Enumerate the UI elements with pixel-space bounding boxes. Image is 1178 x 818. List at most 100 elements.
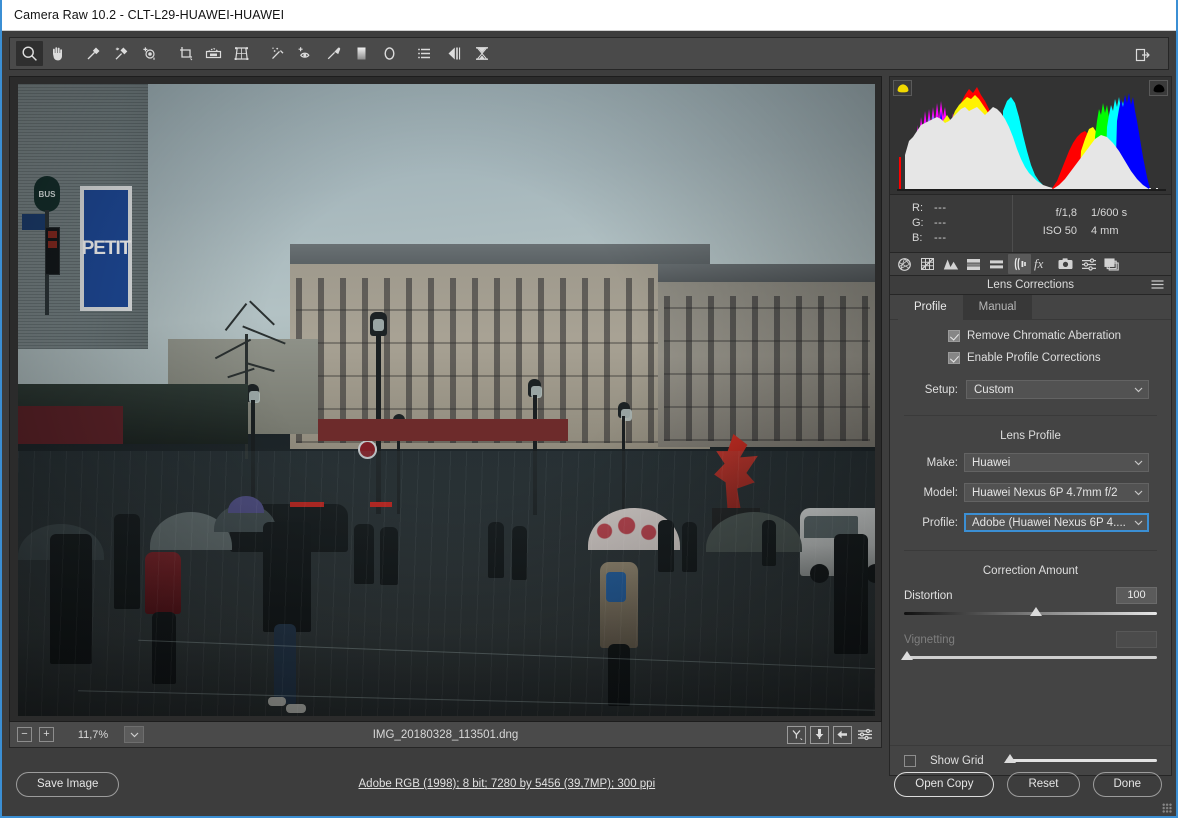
correction-amount-title: Correction Amount	[982, 565, 1079, 577]
rgb-row: B: ---	[912, 231, 1012, 246]
profile-dropdown[interactable]: Adobe (Huawei Nexus 6P 4....	[964, 513, 1149, 532]
red-eye-removal-tool[interactable]	[292, 41, 319, 66]
iso-value: ISO 50	[1042, 225, 1077, 237]
effects-tab[interactable]: fx	[1031, 254, 1054, 274]
enable-profile-corrections-row[interactable]: Enable Profile Corrections	[948, 352, 1171, 364]
panel-menu-icon[interactable]	[1151, 280, 1164, 292]
histogram-graph	[897, 81, 1166, 191]
exif-readout: f/1,8 1/600 s ISO 50 4 mm	[1012, 195, 1171, 252]
highlight-clipping-indicator[interactable]	[1149, 80, 1168, 96]
copy-current-to-before-button[interactable]	[833, 725, 852, 744]
r-label: R:	[912, 202, 923, 214]
model-value: Huawei Nexus 6P 4.7mm f/2	[972, 486, 1118, 499]
rotate-right-tool[interactable]	[468, 41, 495, 66]
window-title: Camera Raw 10.2 - CLT-L29-HUAWEI-HUAWEI	[14, 8, 285, 22]
chevron-down-icon	[1134, 518, 1143, 528]
shutter-value: 1/600 s	[1091, 207, 1128, 219]
straighten-tool[interactable]	[200, 41, 227, 66]
remove-chromatic-aberration-checkbox[interactable]	[948, 330, 960, 342]
chevron-down-icon	[1134, 385, 1143, 395]
rotate-left-tool[interactable]	[440, 41, 467, 66]
graduated-filter-tool[interactable]	[348, 41, 375, 66]
adjustment-brush-tool[interactable]	[320, 41, 347, 66]
remove-chromatic-aberration-label: Remove Chromatic Aberration	[967, 330, 1122, 342]
tab-profile[interactable]: Profile	[898, 295, 963, 320]
model-label: Model:	[923, 486, 958, 499]
window-titlebar: Camera Raw 10.2 - CLT-L29-HUAWEI-HUAWEI	[2, 0, 1176, 31]
make-dropdown[interactable]: Huawei	[964, 453, 1149, 472]
photo-canvas[interactable]: PETIT BUS	[18, 84, 875, 716]
tone-curve-tab[interactable]	[916, 254, 939, 274]
vignetting-label: Vignetting	[904, 633, 955, 646]
preview-preferences-button[interactable]	[856, 726, 875, 744]
b-value: ---	[934, 232, 947, 244]
make-value: Huawei	[972, 456, 1011, 469]
image-status-bar: − + 11,7% IMG_20180328_113501.dng	[9, 722, 882, 748]
zoom-level-dropdown[interactable]	[124, 726, 144, 743]
g-value: ---	[934, 217, 947, 229]
model-dropdown[interactable]: Huawei Nexus 6P 4.7mm f/2	[964, 483, 1149, 502]
presets-tab[interactable]	[1077, 254, 1100, 274]
profile-row: Profile: Adobe (Huawei Nexus 6P 4....	[890, 513, 1171, 532]
color-sampler-tool[interactable]	[108, 41, 135, 66]
targeted-adjustment-tool[interactable]	[136, 41, 163, 66]
b-label: B:	[912, 232, 923, 244]
resize-grip[interactable]	[1162, 803, 1172, 813]
snapshots-tab[interactable]	[1100, 254, 1123, 274]
vignetting-slider-block: Vignetting	[900, 631, 1157, 660]
open-copy-button[interactable]: Open Copy	[894, 771, 995, 797]
hand-tool[interactable]	[44, 41, 71, 66]
save-image-button[interactable]: Save Image	[16, 771, 120, 797]
distortion-value[interactable]: 100	[1116, 587, 1157, 604]
preferences-tool[interactable]	[412, 41, 439, 66]
distortion-slider-knob[interactable]	[1029, 607, 1042, 616]
open-in-editor-icon[interactable]	[1129, 42, 1156, 67]
before-after-toggle-button[interactable]	[787, 725, 806, 744]
swap-before-after-button[interactable]	[810, 725, 829, 744]
zoom-tool[interactable]	[16, 41, 43, 66]
make-label: Make:	[926, 456, 958, 469]
enable-profile-corrections-checkbox[interactable]	[948, 352, 960, 364]
enable-profile-corrections-label: Enable Profile Corrections	[967, 352, 1101, 364]
lens-profile-title: Lens Profile	[1000, 430, 1061, 442]
detail-tab[interactable]	[939, 254, 962, 274]
histogram-panel	[889, 76, 1172, 195]
crop-tool[interactable]	[172, 41, 199, 66]
workflow-options-link[interactable]: Adobe RGB (1998); 8 bit; 7280 by 5456 (3…	[119, 778, 894, 790]
tab-manual[interactable]: Manual	[962, 295, 1033, 320]
aperture-value: f/1,8	[1055, 207, 1077, 219]
distortion-slider-track[interactable]	[904, 607, 1157, 616]
image-preview-area[interactable]: PETIT BUS	[9, 76, 882, 722]
app-body: PETIT BUS	[2, 31, 1176, 816]
focal-length-value: 4 mm	[1091, 225, 1119, 237]
rgb-readout: R: --- G: --- B: ---	[890, 195, 1012, 252]
zoom-level-value: 11,7%	[77, 728, 109, 741]
camera-raw-window: Camera Raw 10.2 - CLT-L29-HUAWEI-HUAWEI	[0, 0, 1178, 818]
setup-dropdown[interactable]: Custom	[966, 380, 1149, 399]
transform-tool[interactable]	[228, 41, 255, 66]
preview-column: PETIT BUS	[9, 76, 882, 776]
split-toning-tab[interactable]	[985, 254, 1008, 274]
zoom-out-button[interactable]: −	[17, 727, 32, 742]
zoom-in-button[interactable]: +	[39, 727, 54, 742]
vignetting-value	[1116, 631, 1157, 648]
spot-removal-tool[interactable]	[264, 41, 291, 66]
right-panel-column: R: --- G: --- B: --- f/1,8 1/600 s ISO 5…	[889, 76, 1172, 776]
remove-chromatic-aberration-row[interactable]: Remove Chromatic Aberration	[948, 330, 1171, 342]
hsl-grayscale-tab[interactable]	[962, 254, 985, 274]
preview-controls	[787, 725, 875, 744]
setup-label: Setup:	[924, 383, 958, 396]
panel-tab-strip: fx	[889, 253, 1172, 276]
basic-tab[interactable]	[893, 254, 916, 274]
setup-value: Custom	[974, 383, 1014, 396]
panel-title-bar: Lens Corrections	[889, 276, 1172, 294]
camera-calibration-tab[interactable]	[1054, 254, 1077, 274]
vignetting-slider-track	[900, 651, 1157, 660]
done-button[interactable]: Done	[1092, 771, 1162, 797]
white-balance-tool[interactable]	[80, 41, 107, 66]
reset-button[interactable]: Reset	[1007, 771, 1080, 797]
lens-corrections-tab[interactable]	[1008, 254, 1031, 274]
shadow-clipping-indicator[interactable]	[893, 80, 912, 96]
radial-filter-tool[interactable]	[376, 41, 403, 66]
model-row: Model: Huawei Nexus 6P 4.7mm f/2	[890, 483, 1171, 502]
